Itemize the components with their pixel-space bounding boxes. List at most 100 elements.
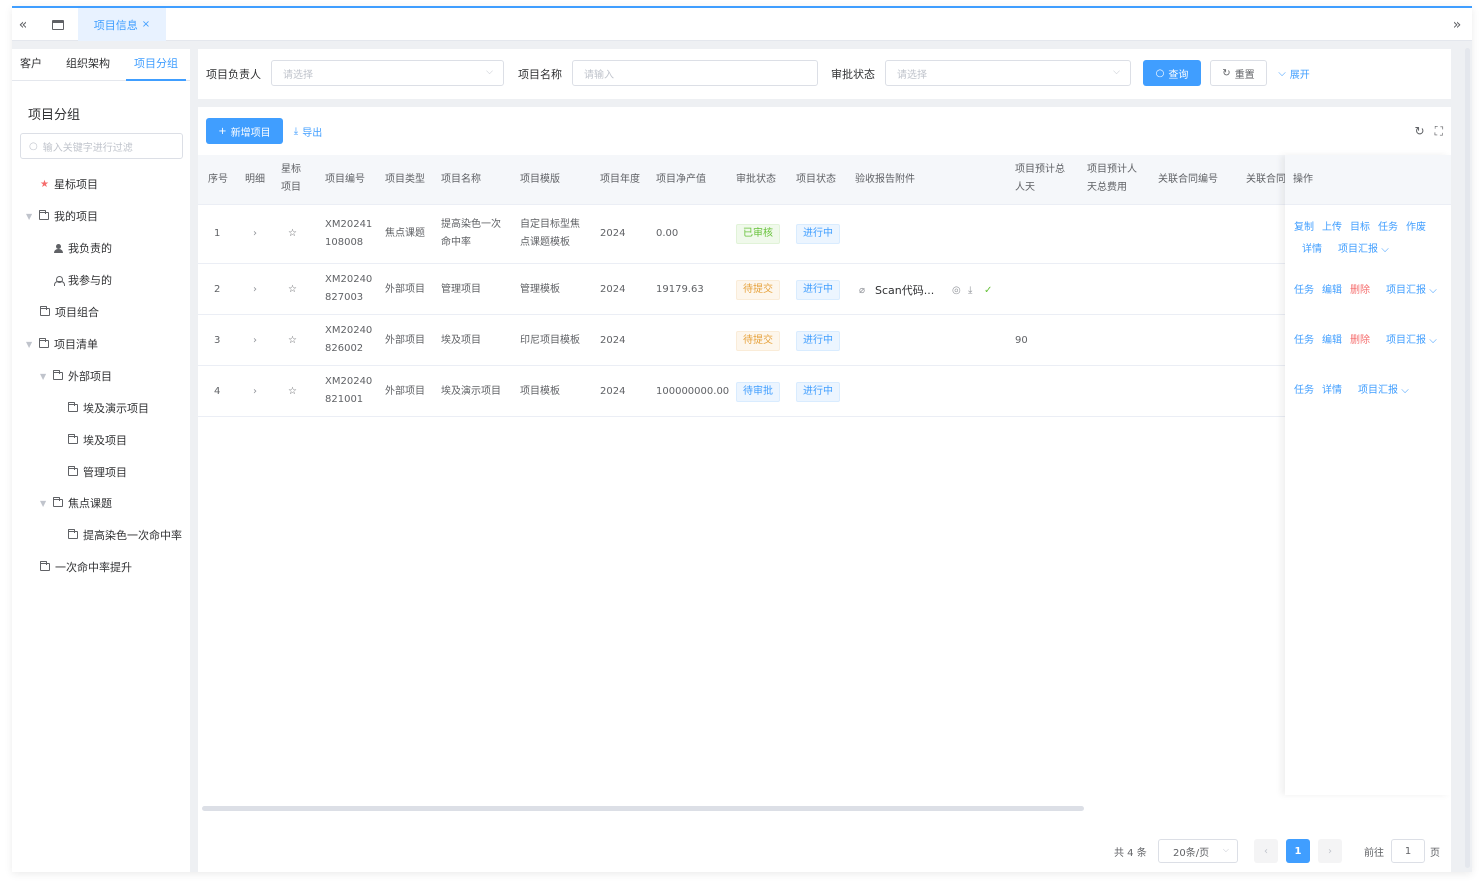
col-type[interactable]: 项目类型	[385, 171, 425, 189]
project-name-input[interactable]: 请输入	[572, 60, 818, 86]
export-label: 导出	[302, 127, 323, 139]
tree-node-participated[interactable]: 我参与的	[54, 270, 112, 290]
col-code[interactable]: 项目编号	[325, 171, 365, 189]
tree-node-project-list[interactable]: ▼ 项目清单	[26, 334, 98, 354]
star-outline-icon[interactable]: ☆	[288, 332, 297, 350]
tree-node-portfolio[interactable]: 项目组合	[40, 302, 99, 322]
target-link[interactable]: 目标	[1350, 218, 1370, 233]
caret-down-icon[interactable]: ▼	[26, 340, 34, 349]
cell-output: 19179.63	[656, 284, 704, 295]
home-tab[interactable]	[38, 8, 78, 41]
attachment-filename[interactable]: Scan代码...	[875, 282, 934, 300]
tree-node-my-projects[interactable]: ▼ 我的项目	[26, 206, 98, 226]
void-link[interactable]: 作废	[1406, 218, 1426, 233]
goto-page-input[interactable]: 1	[1391, 839, 1425, 863]
tab-project-info[interactable]: 项目信息 ×	[78, 8, 166, 41]
edit-link[interactable]: 编辑	[1322, 281, 1342, 296]
star-outline-icon[interactable]: ☆	[288, 225, 297, 243]
star-outline-icon[interactable]: ☆	[288, 383, 297, 401]
horizontal-scrollbar[interactable]	[202, 806, 1084, 811]
cell-name: 管理项目	[441, 284, 481, 295]
col-output[interactable]: 项目净产值	[656, 171, 706, 189]
cell-code-1: XM20241	[325, 219, 373, 230]
detail-link[interactable]: 详情	[1322, 381, 1342, 396]
tree-node-management[interactable]: 管理项目	[68, 462, 127, 482]
folder-open-icon	[53, 497, 63, 507]
expand-row-icon[interactable]: ›	[253, 332, 257, 350]
edit-link[interactable]: 编辑	[1322, 331, 1342, 346]
download-icon[interactable]: ⤓	[968, 282, 972, 300]
caret-down-icon[interactable]: ▼	[40, 499, 48, 508]
tree-node-dye-hit-rate[interactable]: 提高染色一次命中率	[68, 525, 182, 545]
tab-label: 项目信息	[93, 18, 138, 32]
vertical-scrollbar[interactable]	[1465, 48, 1470, 868]
reset-button[interactable]: ↻ 重置	[1210, 60, 1267, 86]
delete-link[interactable]: 删除	[1350, 281, 1370, 296]
pagination: 共 4 条 20条/页 ⌵ ‹ 1 › 前往 1 页	[198, 837, 1451, 867]
next-page-button[interactable]: ›	[1318, 839, 1342, 863]
copy-link[interactable]: 复制	[1294, 218, 1314, 233]
expand-tabs-icon[interactable]: »	[1446, 8, 1468, 41]
filter-bar: 项目负责人 请选择 ⌵ 项目名称 请输入 审批状态 请选择 ⌵ ○ 查询 ↻ 重置 ⌵ 展…	[198, 49, 1451, 99]
tree-node-label: 提高染色一次命中率	[83, 529, 182, 542]
table-row: 2 › ☆ XM20240 827003 外部项目 管理项目 管理模板 2024…	[198, 265, 1451, 315]
tree-node-external[interactable]: ▼ 外部项目	[40, 366, 112, 386]
tree-node-egypt-demo[interactable]: 埃及演示项目	[68, 398, 149, 418]
report-dropdown[interactable]: 项目汇报 ⌵	[1386, 281, 1437, 296]
task-link[interactable]: 任务	[1294, 281, 1314, 296]
approval-status-select[interactable]: 请选择 ⌵	[885, 60, 1131, 86]
caret-down-icon[interactable]: ▼	[26, 212, 34, 221]
close-icon[interactable]: ×	[142, 19, 150, 30]
expand-filters-button[interactable]: ⌵ 展开	[1274, 60, 1314, 86]
tree-node-owned[interactable]: 我负责的	[54, 238, 112, 258]
col-approval[interactable]: 审批状态	[736, 171, 776, 189]
project-name-placeholder: 请输入	[584, 69, 614, 81]
cell-name-2: 命中率	[441, 237, 471, 248]
report-dropdown[interactable]: 项目汇报 ⌵	[1358, 381, 1409, 396]
tab-org-structure[interactable]: 组织架构	[50, 49, 126, 81]
tree-node-egypt[interactable]: 埃及项目	[68, 430, 127, 450]
page-button-current[interactable]: 1	[1286, 839, 1310, 863]
col-template[interactable]: 项目模版	[520, 171, 560, 189]
col-name[interactable]: 项目名称	[441, 171, 481, 189]
detail-link[interactable]: 详情	[1302, 240, 1322, 255]
expand-row-icon[interactable]: ›	[253, 225, 257, 243]
add-project-button[interactable]: + 新增项目	[206, 118, 283, 144]
tab-project-group[interactable]: 项目分组	[126, 49, 186, 81]
cell-year: 2024	[600, 228, 626, 239]
expand-row-icon[interactable]: ›	[253, 383, 257, 401]
tree-node-starred[interactable]: ★ 星标项目	[40, 174, 98, 194]
col-status[interactable]: 项目状态	[796, 171, 836, 189]
report-dropdown[interactable]: 项目汇报 ⌵	[1338, 240, 1389, 255]
tree-node-label: 埃及演示项目	[83, 402, 149, 415]
task-link[interactable]: 任务	[1378, 218, 1398, 233]
table-header: 序号 明细 星标 项目 项目编号 项目类型 项目名称 项目模版 项目年度 项目净…	[198, 155, 1451, 205]
query-button[interactable]: ○ 查询	[1143, 60, 1201, 86]
cell-type: 外部项目	[385, 284, 425, 295]
upload-link[interactable]: 上传	[1322, 218, 1342, 233]
tab-customers[interactable]: 客户	[12, 49, 50, 81]
prev-page-button[interactable]: ‹	[1254, 839, 1278, 863]
fullscreen-icon[interactable]: ⛶	[1435, 124, 1443, 139]
col-star-1: 星标	[281, 164, 301, 175]
tree-search-input[interactable]: ○ 输入关键字进行过滤	[20, 133, 183, 159]
cell-code-2: 821001	[325, 394, 364, 405]
star-outline-icon[interactable]: ☆	[288, 281, 297, 299]
collapse-sidebar-icon[interactable]: «	[12, 8, 34, 41]
caret-down-icon[interactable]: ▼	[40, 372, 48, 381]
goto-label: 前往	[1364, 848, 1384, 859]
delete-link[interactable]: 删除	[1350, 331, 1370, 346]
page-size-select[interactable]: 20条/页 ⌵	[1158, 839, 1238, 863]
task-link[interactable]: 任务	[1294, 331, 1314, 346]
preview-icon[interactable]: ◎	[952, 282, 961, 300]
owner-select[interactable]: 请选择 ⌵	[271, 60, 504, 86]
export-button[interactable]: ⤓ 导出	[290, 118, 326, 144]
task-link[interactable]: 任务	[1294, 381, 1314, 396]
report-dropdown[interactable]: 项目汇报 ⌵	[1386, 331, 1437, 346]
cell-output: 100000000.00	[656, 386, 730, 397]
refresh-icon[interactable]: ↻	[1415, 124, 1425, 139]
expand-row-icon[interactable]: ›	[253, 281, 257, 299]
tree-node-focus-topics[interactable]: ▼ 焦点课题	[40, 493, 112, 513]
col-year[interactable]: 项目年度	[600, 171, 640, 189]
tree-node-hit-rate-improve[interactable]: 一次命中率提升	[40, 557, 132, 577]
